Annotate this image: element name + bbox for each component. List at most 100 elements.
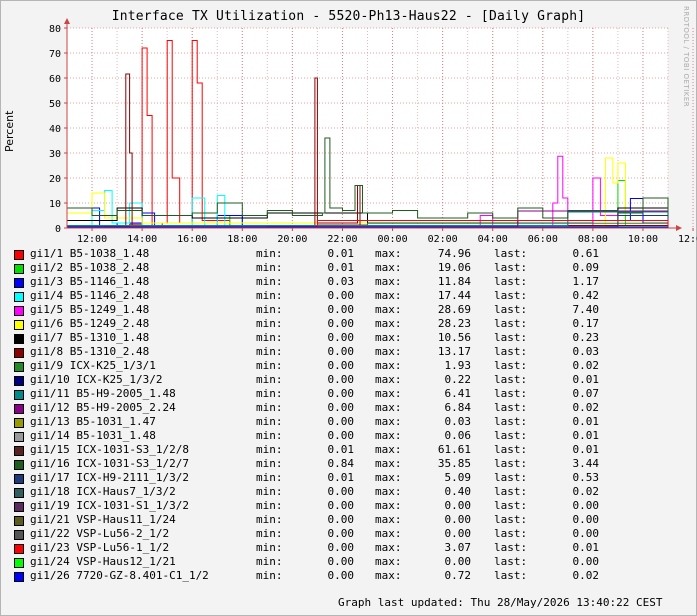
legend-swatch — [14, 558, 24, 568]
legend-last-value: 0.17 — [572, 317, 600, 330]
legend-last-value: 0.07 — [572, 387, 600, 400]
y-tick-label: 60 — [49, 74, 61, 85]
legend-swatch — [14, 278, 24, 288]
y-tick-label: 20 — [49, 174, 61, 185]
legend-series-name: gi1/24 VSP-Haus12_1/21 — [30, 555, 176, 568]
legend-series-name: gi1/23 VSP-Lu56-1_1/2 — [30, 541, 170, 554]
legend-series-name: gi1/16 ICX-1031-S3_1/2/7 — [30, 457, 189, 470]
legend-min-value: 0.00 — [327, 303, 355, 316]
legend-max-value: 6.41 — [444, 387, 472, 400]
legend-last-value: 0.01 — [572, 541, 600, 554]
legend-swatch — [14, 446, 24, 456]
x-tick-label: 16:00 — [177, 234, 207, 245]
legend-min-value: 0.01 — [327, 261, 355, 274]
legend-series-name: gi1/1 B5-1038_1.48 — [30, 247, 150, 260]
legend-series-name: gi1/18 ICX-Haus7_1/3/2 — [30, 485, 176, 498]
legend-swatch — [14, 362, 24, 372]
legend-min-value: 0.00 — [327, 401, 355, 414]
legend-series-name: gi1/5 B5-1249_1.48 — [30, 303, 150, 316]
legend-series-name: gi1/12 B5-H9-2005_2.24 — [30, 401, 176, 414]
legend-last-value: 0.00 — [572, 527, 600, 540]
legend-min-value: 0.00 — [327, 499, 355, 512]
legend-series-name: gi1/11 B5-H9-2005_1.48 — [30, 387, 176, 400]
legend-last-value: 0.01 — [572, 373, 600, 386]
y-tick-label: 10 — [49, 199, 61, 210]
legend-swatch — [14, 404, 24, 414]
legend-min-value: 0.00 — [327, 289, 355, 302]
last-updated-text: Graph last updated: Thu 28/May/2026 13:4… — [338, 596, 663, 609]
legend-series-name: gi1/9 ICX-K25_1/3/1 — [30, 359, 156, 372]
y-tick-label: 0 — [55, 224, 61, 235]
legend-series-name: gi1/6 B5-1249_2.48 — [30, 317, 150, 330]
legend-max-value: 13.17 — [437, 345, 471, 358]
legend-swatch — [14, 306, 24, 316]
legend-last-value: 0.01 — [572, 443, 600, 456]
x-tick-label: 00:00 — [377, 234, 407, 245]
legend-series-name: gi1/8 B5-1310_2.48 — [30, 345, 150, 358]
legend-swatch — [14, 264, 24, 274]
legend-series-name: gi1/2 B5-1038_2.48 — [30, 261, 150, 274]
legend-series-name: gi1/17 ICX-H9-2111_1/3/2 — [30, 471, 189, 484]
legend-max-value: 0.22 — [444, 373, 472, 386]
legend-last-value: 0.00 — [572, 499, 600, 512]
legend-max-value: 17.44 — [437, 289, 471, 302]
x-tick-label: 22:00 — [327, 234, 357, 245]
x-tick-label: 12:00 — [678, 234, 697, 245]
x-tick-label: 10:00 — [628, 234, 658, 245]
legend-last-value: 0.03 — [572, 345, 600, 358]
legend-max-value: 35.85 — [437, 457, 471, 470]
legend-min-value: 0.03 — [327, 275, 355, 288]
x-axis-arrow — [676, 225, 682, 231]
legend-min-value: 0.00 — [327, 527, 355, 540]
legend-series-name: gi1/15 ICX-1031-S3_1/2/8 — [30, 443, 189, 456]
legend-swatch — [14, 474, 24, 484]
legend-min-value: 0.84 — [327, 457, 355, 470]
legend-swatch — [14, 320, 24, 330]
legend-last-value: 1.17 — [572, 275, 600, 288]
legend-max-value: 0.40 — [444, 485, 472, 498]
chart-plot: 0 10 20 30 40 50 60 70 80 12:00 14:00 16:00 18:00 20:… — [49, 18, 697, 245]
legend-max-value: 19.06 — [437, 261, 471, 274]
legend-max-value: 0.00 — [444, 527, 472, 540]
y-tick-label: 30 — [49, 149, 61, 160]
legend-min-value: 0.00 — [327, 345, 355, 358]
legend-min-value: 0.01 — [327, 471, 355, 484]
legend-last-value: 0.02 — [572, 569, 600, 582]
legend-max-value: 61.61 — [437, 443, 471, 456]
legend-swatch — [14, 250, 24, 260]
legend-swatch — [14, 572, 24, 582]
legend-min-value: 0.00 — [327, 387, 355, 400]
legend-swatch — [14, 488, 24, 498]
y-axis-arrow — [64, 18, 70, 24]
legend-last-value: 0.61 — [572, 247, 600, 260]
legend-min-value: 0.00 — [327, 331, 355, 344]
legend-max-value: 6.84 — [444, 401, 472, 414]
x-tick-label: 18:00 — [227, 234, 257, 245]
legend-min-value: 0.00 — [327, 415, 355, 428]
legend-series-name: gi1/21 VSP-Haus11_1/24 — [30, 513, 176, 526]
legend-max-value: 0.00 — [444, 555, 472, 568]
legend-max-value: 0.72 — [444, 569, 472, 582]
legend-min-value: 0.00 — [327, 485, 355, 498]
legend-last-value: 0.02 — [572, 359, 600, 372]
legend-last-value: 0.02 — [572, 401, 600, 414]
legend-min-value: 0.00 — [327, 569, 355, 582]
legend-swatch — [14, 390, 24, 400]
legend-max-value: 74.96 — [437, 247, 471, 260]
legend-min-value: 0.01 — [327, 247, 355, 260]
legend-last-value: 0.23 — [572, 331, 600, 344]
legend-min-value: 0.00 — [327, 359, 355, 372]
y-tick-label: 50 — [49, 99, 61, 110]
legend-max-value: 0.00 — [444, 499, 472, 512]
legend-max-value: 3.07 — [444, 541, 472, 554]
legend-min-value: 0.00 — [327, 429, 355, 442]
legend-last-value: 0.00 — [572, 513, 600, 526]
x-tick-label: 02:00 — [428, 234, 458, 245]
legend-max-value: 0.03 — [444, 415, 472, 428]
legend-swatch — [14, 292, 24, 302]
y-tick-label: 40 — [49, 124, 61, 135]
legend-max-value: 10.56 — [437, 331, 471, 344]
legend-series-name: gi1/7 B5-1310_1.48 — [30, 331, 150, 344]
x-tick-label: 04:00 — [478, 234, 508, 245]
legend-series-name: gi1/14 B5-1031_1.48 — [30, 429, 156, 442]
